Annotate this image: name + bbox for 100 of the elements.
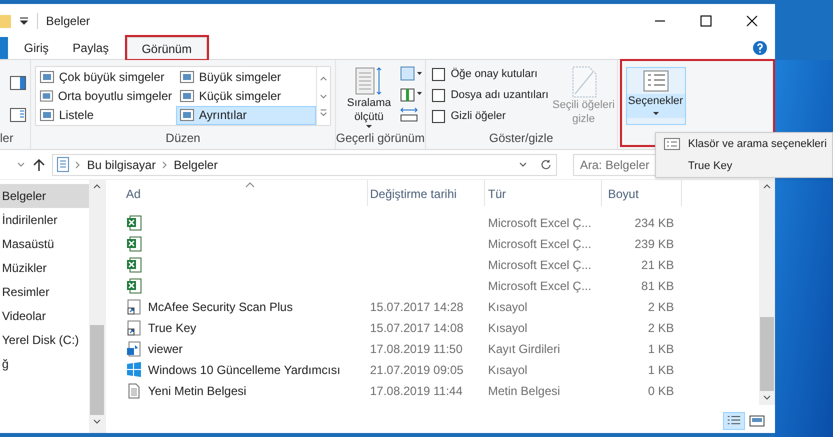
size-cell: 239 KB — [634, 236, 674, 250]
file-name[interactable]: Windows 10 Güncelleme Yardımcısı — [148, 360, 340, 378]
scrollbar-thumb[interactable] — [90, 325, 104, 415]
column-header[interactable]: Boyut — [602, 180, 682, 206]
sidebar-item[interactable]: İndirilenler — [0, 208, 89, 232]
column-header[interactable]: Değiştirme tarihi — [368, 180, 485, 206]
pane-icon[interactable] — [10, 76, 26, 90]
checkbox[interactable] — [432, 89, 445, 102]
chevron-right-icon — [75, 160, 81, 168]
view-icon — [180, 90, 194, 102]
document-icon — [57, 157, 69, 172]
layout-option[interactable]: Listele — [36, 106, 176, 125]
refresh-icon[interactable] — [540, 158, 552, 170]
type-cell: Microsoft Excel Ç... — [488, 236, 592, 250]
file-name[interactable]: McAfee Security Scan Plus — [148, 298, 293, 316]
window-title: Belgeler — [46, 12, 90, 30]
column-width-icon[interactable] — [400, 106, 418, 122]
size-cell: 1 KB — [648, 342, 674, 356]
date-cell: 15.07.2017 14:08 — [370, 320, 464, 334]
spreadsheet-icon — [126, 256, 142, 272]
size-cell: 21 KB — [641, 258, 674, 272]
text-file-icon — [126, 382, 142, 398]
type-cell: Kısayol — [488, 300, 528, 314]
ribbon-tab[interactable]: Paylaş — [60, 37, 121, 59]
file-name[interactable]: viewer — [148, 340, 183, 358]
group-label: ler — [0, 130, 14, 147]
sidebar-item[interactable]: Belgeler — [0, 184, 89, 208]
checkbox[interactable] — [432, 110, 445, 123]
checkbox-option[interactable]: Dosya adı uzantıları — [432, 85, 549, 106]
pane-icon[interactable] — [10, 108, 26, 122]
layout-option[interactable]: Küçük simgeler — [176, 86, 316, 106]
column-header[interactable]: Tür — [485, 180, 602, 206]
dropdown-caret-icon[interactable] — [16, 160, 26, 168]
breadcrumb[interactable]: Belgeler — [174, 156, 218, 174]
address-bar[interactable]: Bu bilgisayar Belgeler — [52, 154, 557, 176]
scrollbar[interactable] — [759, 180, 775, 405]
view-icon — [40, 109, 54, 122]
sidebar-item[interactable]: Resimler — [0, 280, 89, 304]
chevron-down-icon[interactable] — [518, 160, 528, 168]
size-cell: 81 KB — [641, 278, 674, 292]
sidebar-item[interactable]: Masaüstü — [0, 232, 89, 256]
sort-ascending-icon — [245, 182, 255, 188]
type-cell: Kısayol — [488, 362, 528, 376]
dropdown-icon[interactable] — [19, 16, 29, 24]
ribbon-tab[interactable]: Giriş — [12, 37, 61, 59]
columns-icon[interactable] — [400, 86, 424, 102]
details-view-icon[interactable] — [723, 412, 745, 430]
up-arrow-icon[interactable] — [32, 158, 46, 172]
size-cell: 1 KB — [648, 362, 674, 376]
registry-file-icon — [126, 340, 142, 356]
column-header[interactable]: Ad — [106, 180, 368, 206]
sidebar-item[interactable]: Videolar — [0, 304, 89, 328]
sidebar-item[interactable]: Müzikler — [0, 256, 89, 280]
folder-icon — [0, 12, 11, 28]
file-name[interactable]: Yeni Metin Belgesi — [148, 382, 246, 400]
date-cell: 21.07.2019 09:05 — [370, 362, 464, 376]
spreadsheet-icon — [126, 278, 142, 294]
sort-button[interactable]: Sıralama ölçütü — [344, 66, 394, 129]
checklist-icon — [642, 70, 669, 92]
type-cell: Kısayol — [488, 320, 528, 334]
view-icon — [180, 70, 194, 83]
help-icon[interactable] — [753, 41, 767, 55]
type-cell: Kayıt Girdileri — [488, 342, 560, 356]
sidebar-item[interactable]: ğ — [0, 352, 89, 376]
spreadsheet-icon — [126, 214, 142, 230]
menu-item[interactable]: Klasör ve arama seçenekleri — [656, 133, 832, 155]
scrollbar-thumb[interactable] — [760, 317, 774, 391]
layout-option[interactable]: Çok büyük simgeler — [36, 67, 176, 86]
view-icon — [40, 90, 53, 102]
size-cell: 2 KB — [648, 300, 674, 314]
type-cell: Microsoft Excel Ç... — [488, 278, 592, 292]
chevron-right-icon — [162, 160, 168, 168]
group-by-icon[interactable] — [400, 66, 424, 82]
checkbox-option[interactable]: Gizli öğeler — [432, 106, 549, 127]
checkbox[interactable] — [432, 68, 445, 81]
scrollbar[interactable] — [89, 180, 105, 433]
shortcut-icon — [126, 320, 142, 336]
group-label: Geçerli görünüm — [336, 130, 425, 147]
ribbon-tab[interactable]: Görünüm — [126, 37, 207, 59]
view-icon — [40, 70, 54, 83]
hide-selected-label: Seçili öğeleri gizle — [551, 98, 616, 126]
layout-option[interactable]: Büyük simgeler — [176, 67, 316, 86]
date-cell: 17.08.2019 11:50 — [370, 342, 463, 356]
size-cell: 2 KB — [648, 320, 674, 334]
checkbox-option[interactable]: Öğe onay kutuları — [432, 64, 549, 85]
breadcrumb[interactable]: Bu bilgisayar — [87, 156, 156, 174]
layout-option[interactable]: Ayrıntılar — [176, 106, 316, 125]
sort-icon — [354, 66, 384, 96]
group-label: Göster/gizle — [488, 130, 554, 147]
windows-logo-icon — [126, 362, 142, 378]
caret-icon — [365, 124, 373, 129]
spreadsheet-icon — [126, 236, 142, 252]
group-label: Düzen — [164, 130, 202, 147]
view-icon — [180, 109, 194, 122]
layout-option[interactable]: Orta boyutlu simgeler — [36, 86, 176, 106]
type-cell: Metin Belgesi — [488, 384, 560, 398]
options-button[interactable]: Seçenekler — [626, 67, 686, 125]
size-cell: 0 KB — [648, 384, 674, 398]
sidebar-item[interactable]: Yerel Disk (C:) — [0, 328, 89, 352]
file-name[interactable]: True Key — [148, 318, 196, 336]
